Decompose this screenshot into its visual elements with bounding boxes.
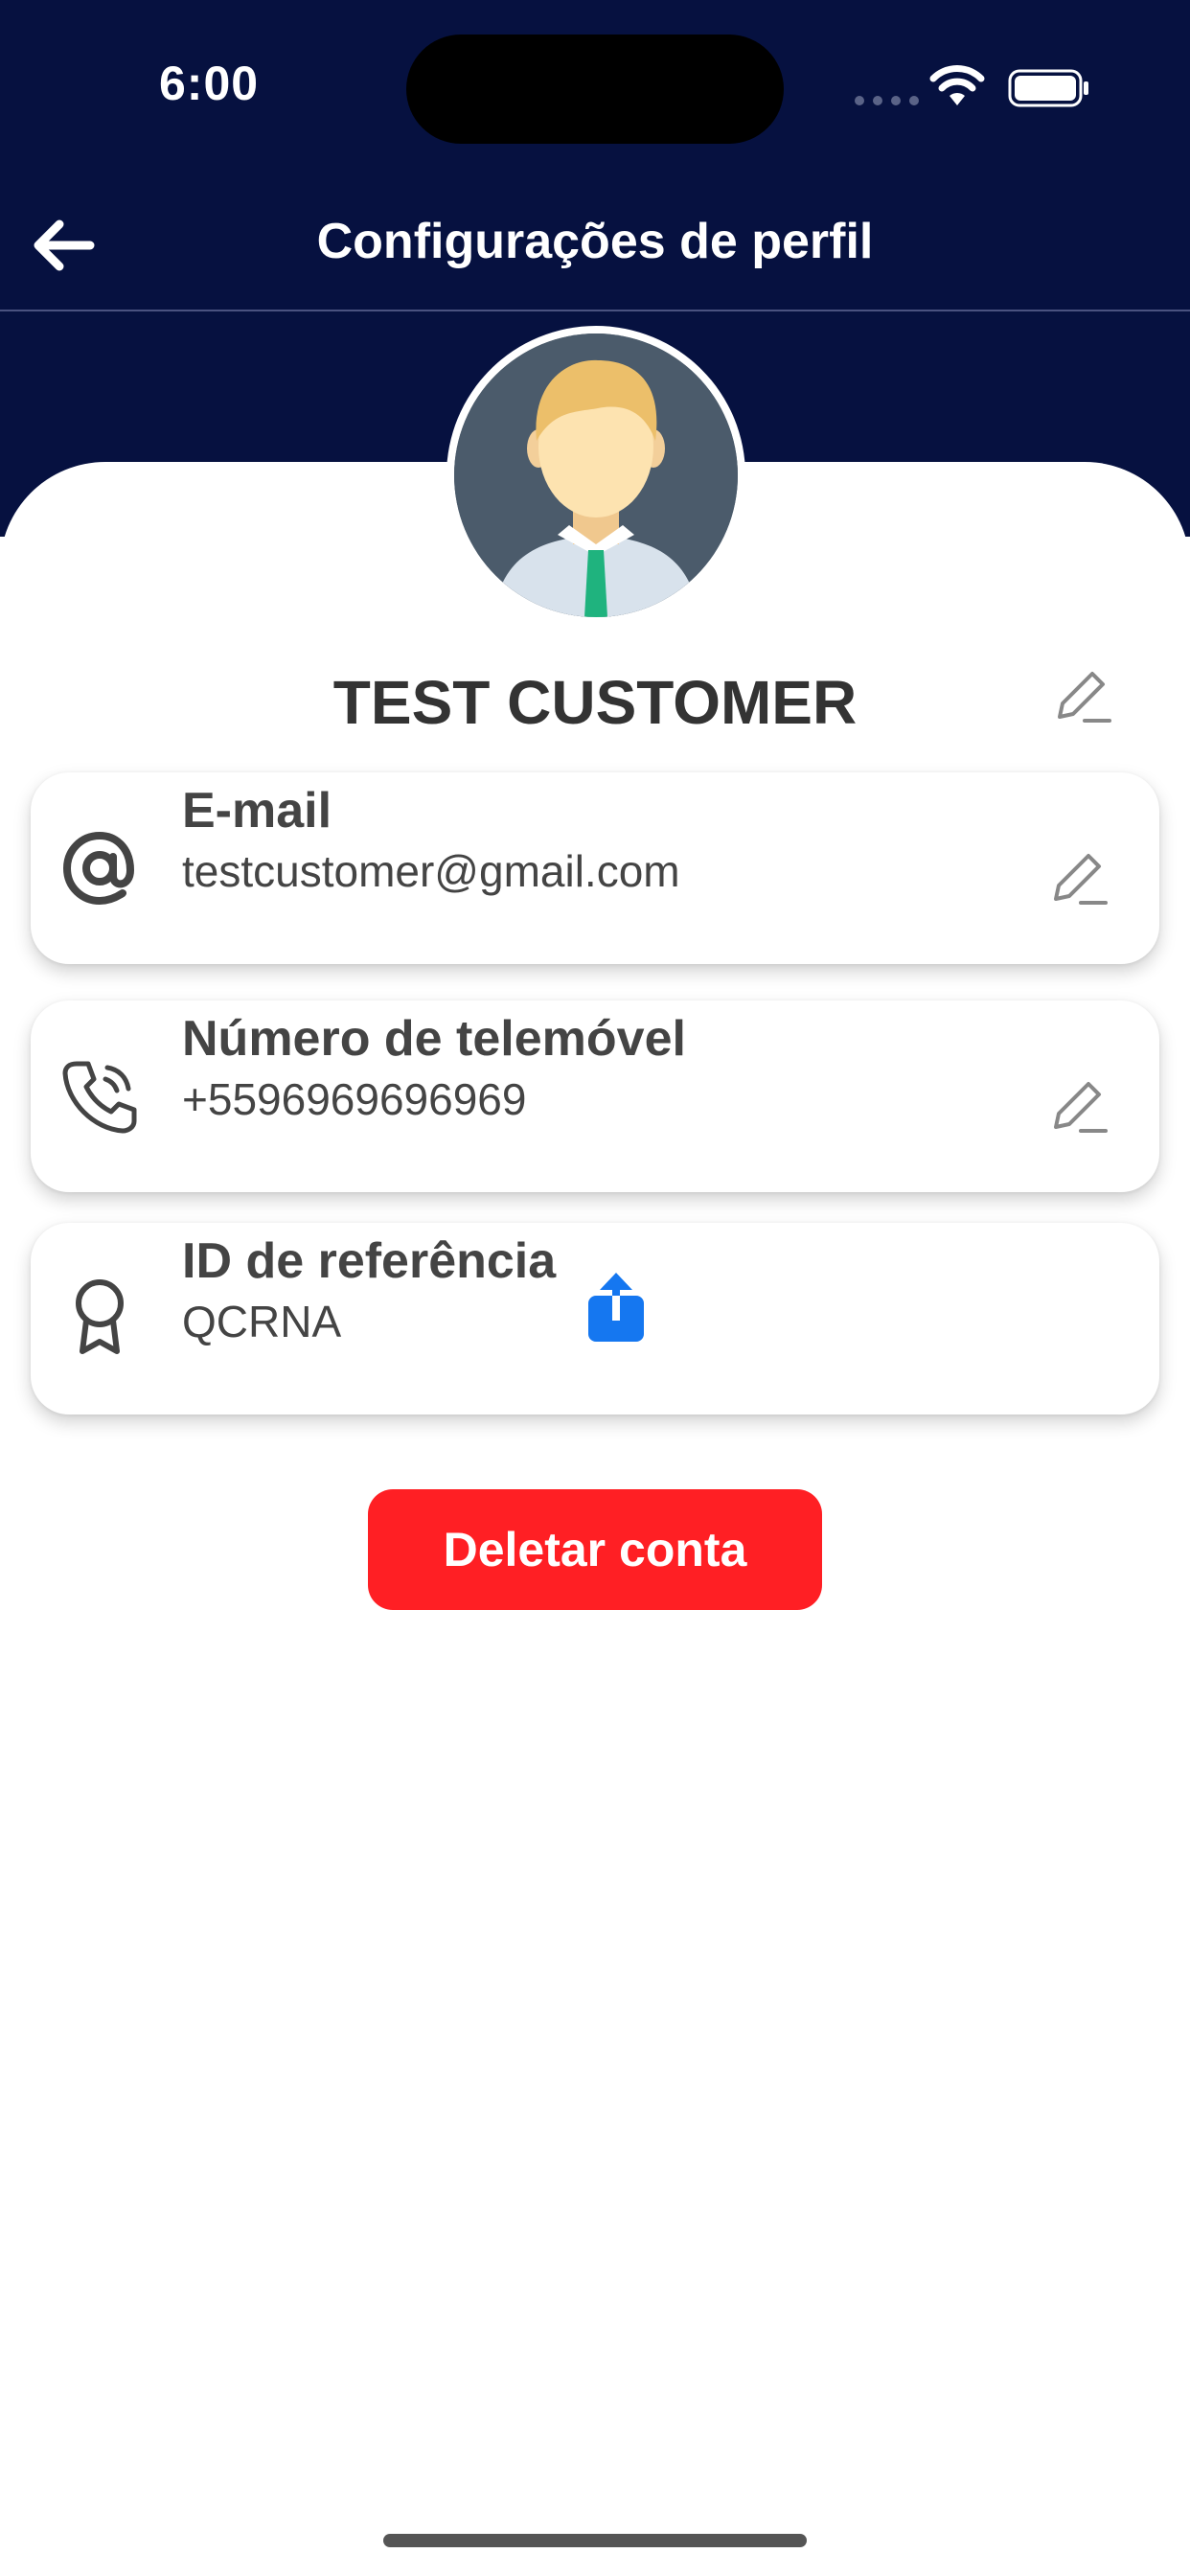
referral-value: QCRNA [182, 1297, 342, 1346]
email-card[interactable]: E-mail testcustomer@gmail.com [31, 772, 1159, 964]
award-icon [76, 1279, 124, 1354]
cellular-signal-icon [855, 96, 919, 105]
avatar[interactable] [446, 326, 745, 625]
dynamic-island [406, 34, 784, 144]
customer-name: TEST CUSTOMER [332, 668, 858, 737]
phone-icon [62, 1061, 137, 1134]
home-indicator[interactable] [383, 2534, 807, 2547]
referral-label: ID de referência [182, 1233, 557, 1289]
battery-icon [1008, 69, 1088, 107]
status-time: 6:00 [159, 57, 260, 110]
wifi-icon [929, 65, 985, 105]
page-title: Configurações de perfil [316, 214, 874, 269]
phone-label: Número de telemóvel [182, 1011, 686, 1067]
email-value: testcustomer@gmail.com [182, 846, 680, 896]
profile-settings-screen: 6:00 Configurações de perfil TEST CUSTOM… [0, 0, 1190, 2576]
at-sign-icon [62, 831, 135, 906]
delete-account-button[interactable]: Deletar conta [368, 1489, 822, 1610]
email-label: E-mail [182, 783, 332, 839]
share-icon[interactable] [584, 1271, 648, 1344]
edit-phone-pencil-icon[interactable] [1046, 1071, 1113, 1138]
user-avatar-icon [454, 334, 738, 617]
phone-value: +5596969696969 [182, 1074, 527, 1124]
edit-name-pencil-icon[interactable] [1050, 661, 1117, 728]
header-divider [0, 310, 1190, 311]
edit-email-pencil-icon[interactable] [1046, 843, 1113, 910]
phone-card[interactable]: Número de telemóvel +5596969696969 [31, 1000, 1159, 1192]
referral-card: ID de referência QCRNA [31, 1223, 1159, 1414]
